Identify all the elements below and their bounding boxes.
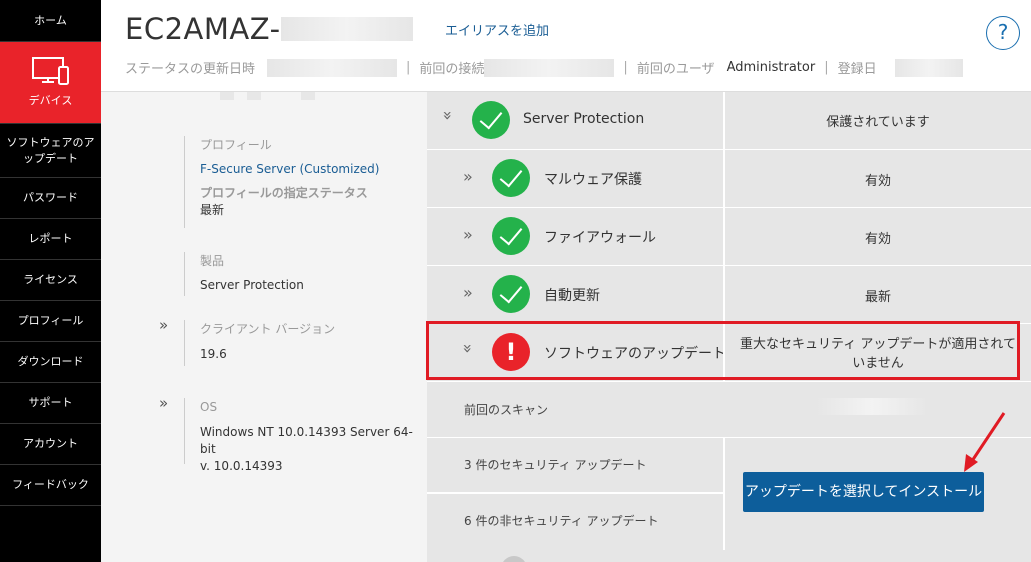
redacted-value (484, 58, 615, 77)
product-section: 製品 Server Protection (184, 252, 304, 296)
registered-label: 登録日 (837, 62, 877, 77)
divider: | (406, 60, 411, 75)
row-value: 最新 (864, 290, 891, 305)
redacted-value (267, 58, 398, 77)
check-icon (492, 275, 530, 313)
sidebar-item-licenses[interactable]: ライセンス (0, 260, 101, 301)
check-icon (472, 101, 510, 139)
client-version-section: クライアント バージョン 19.6 (184, 320, 335, 366)
sidebar-item-reports[interactable]: レポート (0, 219, 101, 260)
status-row-firewall[interactable]: » ファイアウォール 有効 (427, 208, 1031, 266)
profile-section: プロフィール F-Secure Server (Customized) プロフィ… (184, 136, 379, 228)
sidebar: ホーム デバイス ソフトウェアのアップデート パスワード レポート ライセンス … (0, 0, 101, 562)
sidebar-item-home[interactable]: ホーム (0, 0, 101, 42)
status-row-server-protection[interactable]: » Server Protection 保護されています (427, 92, 1031, 150)
product-label: 製品 (200, 254, 225, 268)
row-value: 有効 (864, 232, 891, 247)
row-name: マルウェア保護 (544, 172, 642, 188)
divider: | (824, 60, 829, 75)
add-alias-link[interactable]: エイリアスを追加 (445, 20, 549, 39)
sidebar-item-passwords[interactable]: パスワード (0, 178, 101, 219)
row-value: 保護されています (826, 115, 930, 130)
os-version: v. 10.0.14393 (200, 459, 283, 473)
last-connection-label: 前回の接続 (419, 62, 485, 77)
row-name: Server Protection (523, 111, 645, 127)
sidebar-item-support[interactable]: サポート (0, 383, 101, 424)
next-status-icon (501, 556, 527, 562)
profile-status-value: 最新 (200, 203, 225, 217)
expand-chevron-icon[interactable]: » (463, 225, 473, 244)
os-value: Windows NT 10.0.14393 Server 64-bit (200, 425, 413, 456)
annotation-arrow-icon (964, 412, 1006, 472)
help-icon[interactable]: ? (986, 16, 1020, 50)
status-updated-label: ステータスの更新日時 (125, 62, 256, 77)
row-value: 有効 (864, 174, 891, 189)
os-label: OS (200, 400, 218, 414)
sidebar-item-label: ダウンロード (17, 355, 84, 368)
redacted-value (894, 58, 963, 77)
page-title: EC2AMAZ- (125, 12, 413, 46)
last-scan-label: 前回のスキャン (464, 403, 549, 417)
redacted-value (816, 398, 928, 415)
sidebar-item-label: サポート (28, 396, 73, 409)
product-value: Server Protection (200, 278, 304, 292)
security-updates-row: 3 件のセキュリティ アップデート (427, 438, 723, 494)
security-updates-label: 3 件のセキュリティ アップデート (464, 458, 647, 472)
sidebar-item-label: フィードバック (12, 478, 89, 491)
sidebar-item-label: ライセンス (23, 273, 78, 286)
row-name: 自動更新 (544, 288, 600, 304)
status-row-malware[interactable]: » マルウェア保護 有効 (427, 150, 1031, 208)
sidebar-item-downloads[interactable]: ダウンロード (0, 342, 101, 383)
last-user-value: Administrator (726, 60, 816, 75)
expand-chevron-icon[interactable]: » (463, 167, 473, 186)
profile-link[interactable]: F-Secure Server (Customized) (200, 161, 379, 178)
profile-label: プロフィール (200, 138, 272, 152)
highlight-box (426, 321, 1020, 380)
divider (723, 438, 725, 550)
sidebar-item-label: アカウント (23, 437, 78, 450)
expand-chevron-icon[interactable]: » (159, 394, 168, 412)
divider: | (623, 60, 628, 75)
last-user-label: 前回のユーザ (636, 62, 715, 77)
client-version-label: クライアント バージョン (200, 322, 336, 336)
sidebar-item-software-updates[interactable]: ソフトウェアのアップデート (0, 124, 101, 178)
device-name: EC2AMAZ- (125, 12, 281, 46)
expand-chevron-icon[interactable]: » (463, 283, 473, 302)
device-meta: ステータスの更新日時 | 前回の接続 | 前回のユーザ Administrato… (125, 58, 963, 77)
non-security-updates-label: 6 件の非セキュリティ アップデート (464, 514, 659, 528)
sidebar-item-label: ホーム (34, 13, 67, 27)
last-scan-row: 前回のスキャン (427, 382, 1031, 438)
profile-status-label: プロフィールの指定ステータス (200, 186, 368, 200)
install-updates-button[interactable]: アップデートを選択してインストール (743, 472, 984, 512)
device-header: EC2AMAZ- エイリアスを追加 ? ステータスの更新日時 | 前回の接続 |… (101, 0, 1031, 92)
sidebar-item-devices[interactable]: デバイス (0, 42, 101, 124)
sidebar-item-label: デバイス (28, 93, 73, 107)
app-window: ホーム デバイス ソフトウェアのアップデート パスワード レポート ライセンス … (0, 0, 1031, 562)
row-name: ファイアウォール (544, 230, 656, 246)
sidebar-item-account[interactable]: アカウント (0, 424, 101, 465)
os-section: OS Windows NT 10.0.14393 Server 64-bit v… (184, 398, 427, 473)
non-security-updates-row: 6 件の非セキュリティ アップデート (427, 494, 723, 550)
device-info-panel: プロフィール F-Secure Server (Customized) プロフィ… (101, 92, 427, 562)
sidebar-item-label: レポート (28, 232, 73, 245)
expand-chevron-icon[interactable]: » (159, 316, 168, 334)
client-version-value: 19.6 (200, 347, 227, 361)
status-row-auto-update[interactable]: » 自動更新 最新 (427, 266, 1031, 324)
sidebar-item-profiles[interactable]: プロフィール (0, 301, 101, 342)
sidebar-item-feedback[interactable]: フィードバック (0, 465, 101, 506)
sidebar-item-label: ソフトウェアのアップデート (6, 135, 95, 165)
check-icon (492, 217, 530, 255)
sidebar-item-label: プロフィール (17, 314, 84, 327)
collapse-chevron-icon[interactable]: » (438, 111, 457, 121)
redacted-device-name (280, 17, 413, 41)
sidebar-item-label: パスワード (23, 191, 78, 204)
device-icon (31, 56, 69, 85)
check-icon (492, 159, 530, 197)
